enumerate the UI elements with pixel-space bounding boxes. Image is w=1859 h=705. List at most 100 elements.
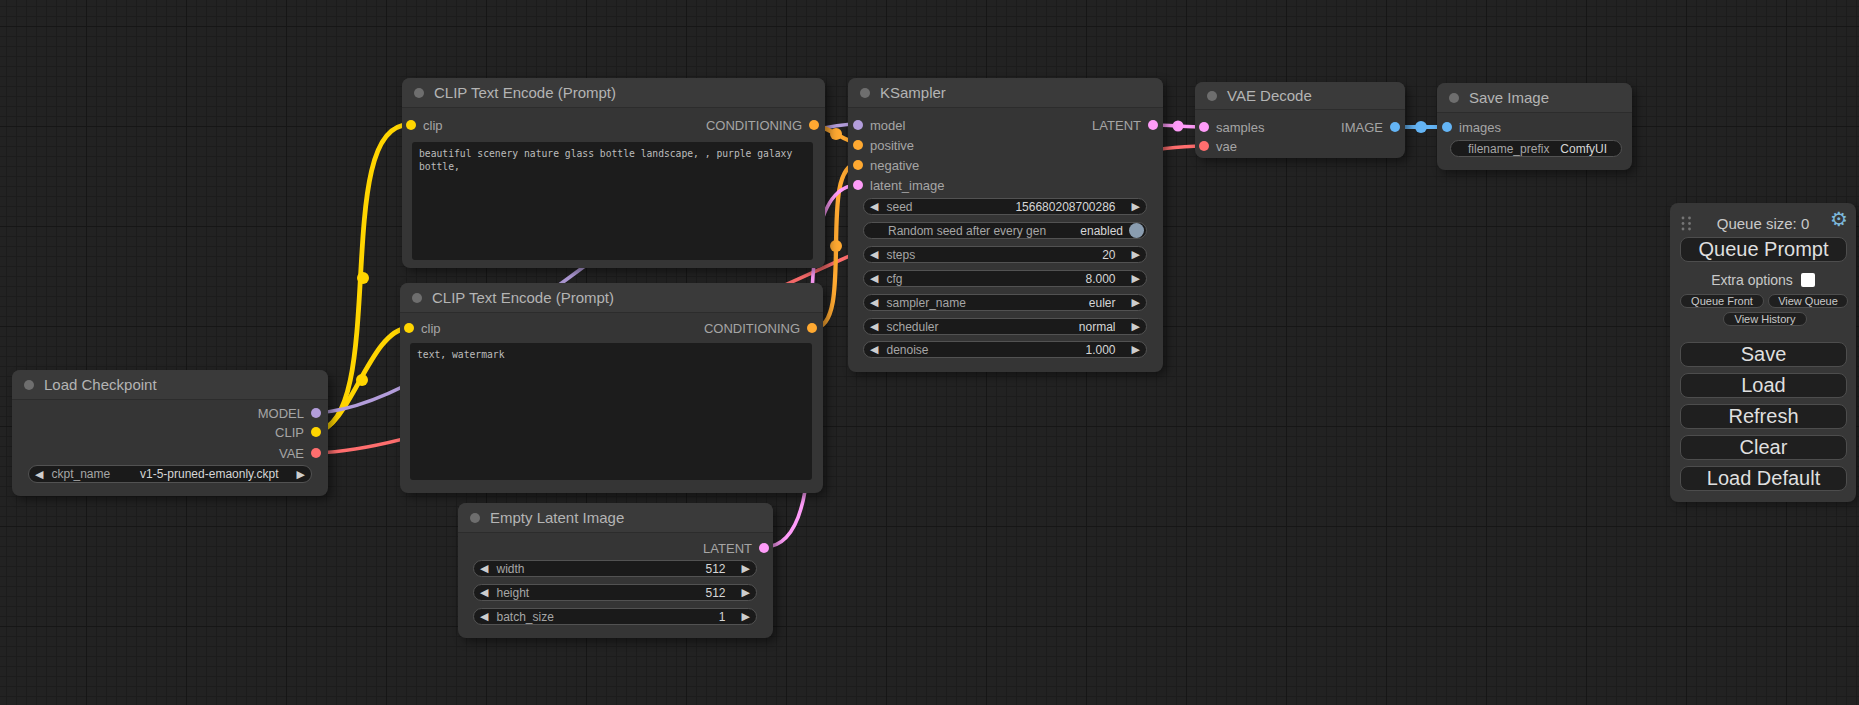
decrement-arrow-icon[interactable]: ◀ [870, 249, 878, 260]
load-default-button[interactable]: Load Default [1680, 466, 1847, 491]
queue-front-button[interactable]: Queue Front [1680, 294, 1764, 308]
conditioning-output-dot[interactable] [807, 323, 817, 333]
save-button[interactable]: Save [1680, 342, 1847, 367]
batch-size-widget[interactable]: ◀ batch_size 1 ▶ [473, 608, 757, 625]
ckpt-name-widget[interactable]: ◀ ckpt_name v1-5-pruned-emaonly.ckpt ▶ [28, 465, 312, 483]
node-clip-text-encode-2[interactable]: CLIP Text Encode (Prompt) clip CONDITION… [400, 283, 823, 493]
clip-input-dot[interactable] [406, 120, 416, 130]
decrement-arrow-icon[interactable]: ◀ [480, 587, 488, 598]
cfg-widget[interactable]: ◀ cfg 8.000 ▶ [863, 270, 1147, 287]
decrement-arrow-icon[interactable]: ◀ [870, 321, 878, 332]
negative-input-dot[interactable] [853, 160, 863, 170]
width-widget[interactable]: ◀ width 512 ▶ [473, 560, 757, 577]
increment-arrow-icon[interactable]: ▶ [1132, 273, 1140, 284]
node-title-bar[interactable]: VAE Decode [1195, 82, 1405, 110]
increment-arrow-icon[interactable]: ▶ [1132, 201, 1140, 212]
node-title-bar[interactable]: Load Checkpoint [12, 370, 328, 400]
vae-output-dot[interactable] [311, 448, 321, 458]
images-input-dot[interactable] [1442, 122, 1452, 132]
node-clip-text-encode-1[interactable]: CLIP Text Encode (Prompt) clip CONDITION… [402, 78, 825, 268]
extra-options-checkbox[interactable] [1801, 273, 1815, 287]
settings-gear-icon[interactable]: ⚙ [1830, 209, 1848, 229]
node-title-bar[interactable]: Empty Latent Image [458, 503, 773, 533]
node-title-bar[interactable]: KSampler [848, 78, 1163, 108]
increment-arrow-icon[interactable]: ▶ [742, 611, 750, 622]
height-widget[interactable]: ◀ height 512 ▶ [473, 584, 757, 601]
collapse-dot-icon[interactable] [24, 380, 34, 390]
prompt-text-widget[interactable]: beautiful scenery nature glass bottle la… [412, 142, 813, 260]
model-input-dot[interactable] [853, 120, 863, 130]
scheduler-widget[interactable]: ◀ scheduler normal ▶ [863, 318, 1147, 335]
latent-input-dot[interactable] [853, 180, 863, 190]
filename-prefix-widget[interactable]: filename_prefix ComfyUI [1450, 140, 1622, 157]
node-ksampler[interactable]: KSampler model positive negative latent_… [848, 78, 1163, 372]
increment-arrow-icon[interactable]: ▶ [297, 469, 305, 480]
output-slot-conditioning[interactable]: CONDITIONING [706, 117, 819, 133]
input-slot-clip[interactable]: clip [406, 117, 443, 133]
random-seed-widget[interactable]: Random seed after every gen enabled [863, 222, 1147, 239]
input-slot-samples[interactable]: samples [1199, 119, 1264, 135]
steps-widget[interactable]: ◀ steps 20 ▶ [863, 246, 1147, 263]
comfyui-canvas[interactable]: { "colors": { "model": "#B39DDB", "clip"… [0, 0, 1859, 705]
model-output-dot[interactable] [311, 408, 321, 418]
decrement-arrow-icon[interactable]: ◀ [870, 344, 878, 355]
collapse-dot-icon[interactable] [1207, 91, 1217, 101]
node-vae-decode[interactable]: VAE Decode samples vae IMAGE [1195, 82, 1405, 158]
output-slot-latent[interactable]: LATENT [1092, 117, 1158, 133]
output-slot-model[interactable]: MODEL [258, 405, 321, 421]
collapse-dot-icon[interactable] [412, 293, 422, 303]
input-slot-model[interactable]: model [853, 117, 905, 133]
output-slot-vae[interactable]: VAE [279, 445, 321, 461]
positive-input-dot[interactable] [853, 140, 863, 150]
node-empty-latent-image[interactable]: Empty Latent Image LATENT ◀ width 512 ▶ … [458, 503, 773, 638]
input-slot-vae[interactable]: vae [1199, 138, 1237, 154]
increment-arrow-icon[interactable]: ▶ [1132, 297, 1140, 308]
image-output-dot[interactable] [1390, 122, 1400, 132]
node-title-bar[interactable]: Save Image [1437, 83, 1632, 113]
refresh-button[interactable]: Refresh [1680, 404, 1847, 429]
output-slot-latent[interactable]: LATENT [703, 540, 769, 556]
conditioning-output-dot[interactable] [809, 120, 819, 130]
increment-arrow-icon[interactable]: ▶ [1132, 321, 1140, 332]
seed-widget[interactable]: ◀ seed 156680208700286 ▶ [863, 198, 1147, 215]
output-slot-clip[interactable]: CLIP [275, 424, 321, 440]
node-title-bar[interactable]: CLIP Text Encode (Prompt) [402, 78, 825, 108]
samples-input-dot[interactable] [1199, 122, 1209, 132]
input-slot-positive[interactable]: positive [853, 137, 914, 153]
collapse-dot-icon[interactable] [860, 88, 870, 98]
denoise-widget[interactable]: ◀ denoise 1.000 ▶ [863, 341, 1147, 358]
clip-input-dot[interactable] [404, 323, 414, 333]
output-slot-image[interactable]: IMAGE [1341, 119, 1400, 135]
input-slot-images[interactable]: images [1442, 119, 1501, 135]
increment-arrow-icon[interactable]: ▶ [742, 587, 750, 598]
node-title-bar[interactable]: CLIP Text Encode (Prompt) [400, 283, 823, 313]
node-save-image[interactable]: Save Image images filename_prefix ComfyU… [1437, 83, 1632, 170]
clear-button[interactable]: Clear [1680, 435, 1847, 460]
increment-arrow-icon[interactable]: ▶ [742, 563, 750, 574]
decrement-arrow-icon[interactable]: ◀ [870, 201, 878, 212]
latent-output-dot[interactable] [759, 543, 769, 553]
decrement-arrow-icon[interactable]: ◀ [870, 297, 878, 308]
decrement-arrow-icon[interactable]: ◀ [35, 469, 43, 480]
collapse-dot-icon[interactable] [1449, 93, 1459, 103]
input-slot-latent-image[interactable]: latent_image [853, 177, 944, 193]
view-queue-button[interactable]: View Queue [1768, 294, 1848, 308]
view-history-button[interactable]: View History [1723, 312, 1807, 326]
queue-prompt-button[interactable]: Queue Prompt [1680, 237, 1847, 262]
increment-arrow-icon[interactable]: ▶ [1132, 249, 1140, 260]
output-slot-conditioning[interactable]: CONDITIONING [704, 320, 817, 336]
prompt-text-widget[interactable]: text, watermark [410, 343, 812, 480]
increment-arrow-icon[interactable]: ▶ [1132, 344, 1140, 355]
decrement-arrow-icon[interactable]: ◀ [480, 611, 488, 622]
decrement-arrow-icon[interactable]: ◀ [870, 273, 878, 284]
latent-output-dot[interactable] [1148, 120, 1158, 130]
toggle-circle-icon[interactable] [1129, 223, 1144, 238]
collapse-dot-icon[interactable] [470, 513, 480, 523]
input-slot-clip[interactable]: clip [404, 320, 441, 336]
load-button[interactable]: Load [1680, 373, 1847, 398]
decrement-arrow-icon[interactable]: ◀ [480, 563, 488, 574]
sampler-name-widget[interactable]: ◀ sampler_name euler ▶ [863, 294, 1147, 311]
collapse-dot-icon[interactable] [414, 88, 424, 98]
clip-output-dot[interactable] [311, 427, 321, 437]
vae-input-dot[interactable] [1199, 141, 1209, 151]
